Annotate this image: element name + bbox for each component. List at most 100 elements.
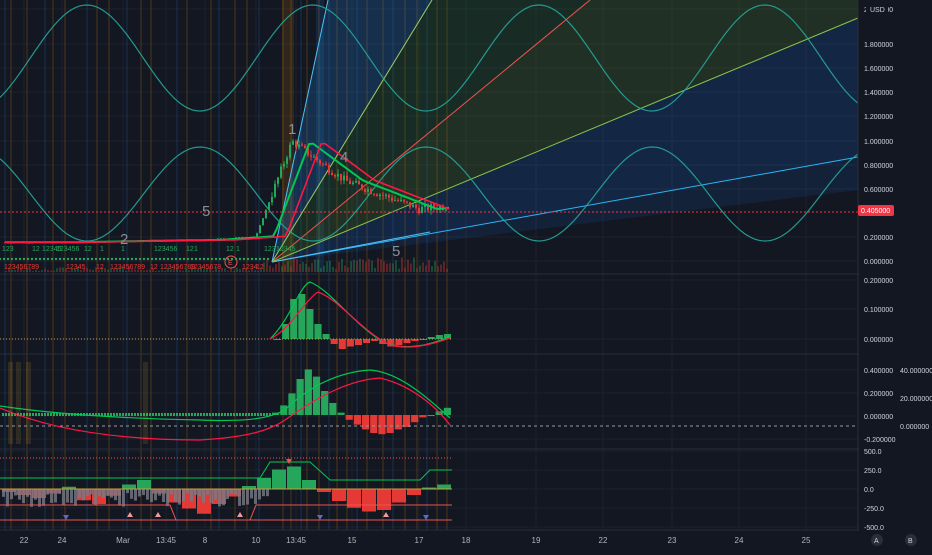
- signal-dot: [170, 257, 174, 261]
- macd2-bar: [345, 415, 353, 420]
- macd2-bar: [386, 415, 394, 433]
- signal-dot: [130, 257, 134, 261]
- signal-dot: [66, 257, 70, 261]
- candle-body: [382, 194, 384, 196]
- osc-gray-bar: [138, 489, 141, 497]
- candle-body: [406, 201, 408, 203]
- trading-chart[interactable]: 2 5 1 4 5 E 123 12 12345 123456 12 1 1 123456 12 1 12 1 12…: [0, 0, 932, 550]
- macd2-bar: [411, 415, 419, 423]
- osc-gray-bar: [182, 489, 185, 502]
- time-axis-label: Mar: [116, 536, 130, 545]
- volume-bar: [236, 267, 238, 272]
- auto-scale-label: A: [874, 538, 879, 545]
- wave-count-label: 1: [288, 121, 296, 138]
- osc-gray-bar: [110, 489, 113, 498]
- volume-bar: [86, 267, 88, 272]
- volume-bar: [224, 268, 226, 272]
- sequence-count: 123: [2, 246, 14, 253]
- signal-dot: [250, 257, 254, 261]
- osc-gray-bar: [22, 489, 25, 504]
- volume-bar: [38, 270, 40, 272]
- macd2-flat-bar: [161, 413, 163, 416]
- volume-bar: [371, 260, 373, 272]
- candle-body: [376, 194, 378, 197]
- osc-gray-bar: [70, 489, 73, 504]
- candle-body: [295, 141, 297, 148]
- volume-bar: [299, 263, 301, 272]
- macd2-bar: [427, 415, 435, 416]
- signal-dot: [194, 257, 198, 261]
- osc-tick-label: 0.0: [864, 487, 874, 494]
- time-axis-label: 22: [599, 536, 608, 545]
- osc-gray-bar: [78, 489, 81, 498]
- macd2-tick-label: 0.200000: [864, 391, 893, 398]
- candle-body: [412, 204, 414, 208]
- volume-bar: [443, 261, 445, 272]
- macd2-volume-shade: [143, 362, 148, 444]
- osc-gray-bar: [178, 489, 181, 505]
- osc-gray-bar: [246, 489, 249, 505]
- price-tick-label: 1.000000: [864, 139, 893, 146]
- volume-bar: [311, 262, 313, 272]
- macd2-flat-bar: [179, 413, 181, 416]
- price-axis[interactable]: 2.0000001.8000001.6000001.4000001.200000…: [859, 0, 932, 550]
- last-price-value: 0.405000: [861, 208, 890, 215]
- osc-bar: [362, 489, 376, 512]
- volume-bar: [59, 267, 61, 272]
- volume-bar: [305, 263, 307, 272]
- osc-gray-bar: [202, 489, 205, 503]
- macd2-flat-bar: [23, 413, 25, 416]
- osc-gray-bar: [46, 489, 49, 495]
- candle-body: [313, 156, 315, 158]
- osc-gray-bar: [66, 489, 69, 503]
- signal-dot: [74, 257, 78, 261]
- osc-gray-bar: [38, 489, 41, 507]
- macd1-tick-label: 0.000000: [864, 337, 893, 344]
- signal-dot: [206, 257, 210, 261]
- signal-dot: [182, 257, 186, 261]
- candle-body: [340, 173, 342, 181]
- volume-bar: [272, 267, 274, 272]
- osc-gray-bar: [230, 489, 233, 494]
- signal-dot: [146, 257, 150, 261]
- candle-body: [271, 196, 273, 203]
- time-axis-label: 25: [802, 536, 811, 545]
- macd2-secondary-tick: 0.000000: [900, 424, 929, 431]
- osc-gray-bar: [126, 489, 129, 494]
- macd2-flat-bar: [260, 413, 262, 416]
- volume-bar: [356, 260, 358, 272]
- volume-bar: [320, 267, 322, 272]
- sequence-count: 123456: [56, 246, 79, 253]
- signal-dot: [218, 257, 222, 261]
- signal-dot: [90, 257, 94, 261]
- osc-gray-bar: [122, 489, 125, 507]
- macd2-flat-bar: [5, 413, 7, 416]
- macd2-flat-bar: [221, 413, 223, 416]
- signal-dot: [154, 257, 158, 261]
- osc-bar: [122, 484, 136, 489]
- macd2-flat-bar: [110, 413, 112, 416]
- signal-dot: [210, 257, 214, 261]
- highlight-band: [44, 0, 46, 530]
- signal-dot: [138, 257, 142, 261]
- macd2-flat-bar: [248, 413, 250, 416]
- chart-canvas[interactable]: 25145E123 12 12345123456 12 1 1 123456 12 1 12 1 12…: [0, 0, 932, 550]
- signal-dot: [22, 257, 26, 261]
- price-tick-label: 1.200000: [864, 114, 893, 121]
- osc-gray-bar: [18, 489, 21, 500]
- signal-dot: [14, 257, 18, 261]
- candle-body: [310, 155, 312, 157]
- volume-bar: [284, 264, 286, 272]
- osc-gray-bar: [90, 489, 93, 495]
- volume-bar: [437, 266, 439, 272]
- price-tick-label: 1.600000: [864, 66, 893, 73]
- volume-bar: [50, 270, 52, 272]
- osc-gray-bar: [198, 489, 201, 497]
- volume-bar: [446, 268, 448, 272]
- candle-body: [286, 157, 288, 164]
- candle-body: [265, 209, 267, 219]
- candle-body: [349, 180, 351, 185]
- osc-bar: [407, 489, 421, 495]
- osc-gray-bar: [54, 489, 57, 503]
- osc-gray-bar: [222, 489, 225, 506]
